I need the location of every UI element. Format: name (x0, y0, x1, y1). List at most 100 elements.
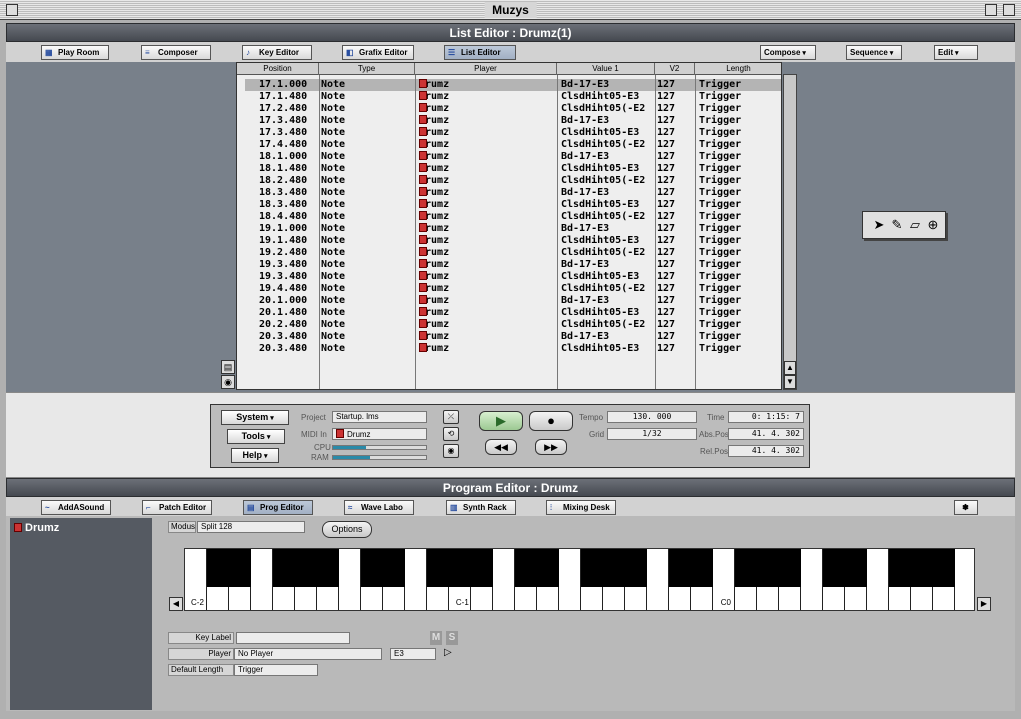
black-key[interactable] (317, 549, 339, 587)
table-row[interactable]: 18.1.480 Note Drumz ClsdHiht05-E3 127 Trigger (245, 163, 781, 175)
add-a-sound-button[interactable]: ~ AddASound (41, 500, 111, 515)
table-row[interactable]: 17.2.480 Note Drumz ClsdHiht05(-E2 127 Trigge… (245, 103, 781, 115)
record-button[interactable]: ● (529, 411, 573, 431)
black-key[interactable] (779, 549, 801, 587)
play-button[interactable]: ▶ (479, 411, 523, 431)
grid-field[interactable]: 1/32 (607, 428, 697, 440)
wave-labo-button[interactable]: ≈ Wave Labo (344, 500, 414, 515)
black-key[interactable] (889, 549, 911, 587)
table-row[interactable]: 18.4.480 Note Drumz ClsdHiht05(-E2 127 Trigge… (245, 211, 781, 223)
player-note-field[interactable]: E3 (390, 648, 436, 660)
black-key[interactable] (449, 549, 471, 587)
tools-menu[interactable]: Tools (227, 429, 285, 444)
list-scrollbar[interactable]: ▲ ▼ (783, 74, 797, 390)
running-man-icon[interactable]: ✽ (954, 500, 978, 515)
black-key[interactable] (603, 549, 625, 587)
white-key[interactable] (867, 549, 889, 610)
column-header[interactable]: V2 (655, 63, 695, 75)
table-row[interactable]: 17.3.480 Note Drumz Bd-17-E3 127 Trigger (245, 115, 781, 127)
prog-editor-button[interactable]: ▤ Prog Editor (243, 500, 313, 515)
monitor-eye-icon[interactable]: ◉ (443, 444, 459, 458)
table-row[interactable]: 20.1.480 Note Drumz ClsdHiht05-E3 127 Trigger (245, 307, 781, 319)
default-length-field[interactable]: Trigger (234, 664, 318, 676)
black-key[interactable] (735, 549, 757, 587)
tempo-field[interactable]: 130. 000 (607, 411, 697, 423)
table-row[interactable]: 19.2.480 Note Drumz ClsdHiht05(-E2 127 Trigge… (245, 247, 781, 259)
column-header[interactable]: Position (237, 63, 319, 75)
black-key[interactable] (537, 549, 559, 587)
rel-pos-field[interactable]: 41. 4. 302 (728, 445, 804, 457)
key-editor-button[interactable]: ♪ Key Editor (242, 45, 312, 60)
table-row[interactable]: 19.4.480 Note Drumz ClsdHiht05(-E2 127 Trigge… (245, 283, 781, 295)
compose-menu[interactable]: Compose (760, 45, 816, 60)
table-row[interactable]: 20.1.000 Note Drumz Bd-17-E3 127 Trigger (245, 295, 781, 307)
list-editor-button[interactable]: ☰ List Editor (444, 45, 516, 60)
white-key[interactable] (251, 549, 273, 610)
black-key[interactable] (295, 549, 317, 587)
column-header[interactable]: Player (415, 63, 557, 75)
table-row[interactable]: 18.3.480 Note Drumz Bd-17-E3 127 Trigger (245, 187, 781, 199)
table-row[interactable]: 17.1.000 Note Drumz Bd-17-E3 127 Trigger (245, 79, 781, 91)
black-key[interactable] (845, 549, 867, 587)
eye-icon[interactable]: ◉ (221, 375, 235, 389)
table-row[interactable]: 20.2.480 Note Drumz ClsdHiht05(-E2 127 Trigge… (245, 319, 781, 331)
modus-field[interactable]: Split 128 (197, 521, 305, 533)
pencil-icon[interactable]: ✎ (889, 217, 905, 233)
black-key[interactable] (911, 549, 933, 587)
table-row[interactable]: 19.1.000 Note Drumz Bd-17-E3 127 Trigger (245, 223, 781, 235)
abs-pos-field[interactable]: 41. 4. 302 (728, 428, 804, 440)
table-row[interactable]: 18.3.480 Note Drumz ClsdHiht05-E3 127 Trigger (245, 199, 781, 211)
solo-button[interactable]: S (446, 631, 458, 645)
zoom-icon[interactable]: ⊕ (925, 217, 941, 233)
table-row[interactable]: 19.3.480 Note Drumz ClsdHiht05-E3 127 Trigger (245, 271, 781, 283)
white-key[interactable] (647, 549, 669, 610)
event-list[interactable]: Position Type Player Value 1 V2 Length 17.1.0… (236, 62, 782, 390)
arrow-pointer-icon[interactable]: ➤ (871, 217, 887, 233)
black-key[interactable] (273, 549, 295, 587)
scroll-up-icon[interactable]: ▲ (784, 361, 796, 375)
keyboard-right-arrow-icon[interactable]: ▶ (977, 597, 991, 611)
table-row[interactable]: 19.1.480 Note Drumz ClsdHiht05-E3 127 Trigger (245, 235, 781, 247)
synth-rack-button[interactable]: ▥ Synth Rack (446, 500, 516, 515)
window-title-bar[interactable]: Muzys (0, 0, 1021, 20)
black-key[interactable] (757, 549, 779, 587)
table-row[interactable]: 19.3.480 Note Drumz Bd-17-E3 127 Trigger (245, 259, 781, 271)
black-key[interactable] (515, 549, 537, 587)
black-key[interactable] (427, 549, 449, 587)
options-button[interactable]: Options (322, 521, 372, 538)
rewind-button[interactable]: ◀◀ (485, 439, 517, 455)
close-box-icon[interactable] (6, 4, 18, 16)
white-key[interactable] (493, 549, 515, 610)
black-key[interactable] (933, 549, 955, 587)
keyboard-left-arrow-icon[interactable]: ◀ (169, 597, 183, 611)
black-key[interactable] (471, 549, 493, 587)
black-key[interactable] (383, 549, 405, 587)
black-key[interactable] (625, 549, 647, 587)
table-row[interactable]: 17.3.480 Note Drumz ClsdHiht05-E3 127 Trigger (245, 127, 781, 139)
play-note-icon[interactable]: ▷ (444, 647, 452, 658)
piano-keyboard[interactable]: C-2 C-1 C0 (184, 548, 975, 611)
white-key[interactable] (955, 549, 974, 610)
eraser-icon[interactable]: ▱ (907, 217, 923, 233)
collapse-box-icon[interactable] (1003, 4, 1015, 16)
mute-button[interactable]: M (430, 631, 442, 645)
key-label-field[interactable] (236, 632, 350, 644)
edit-menu[interactable]: Edit (934, 45, 978, 60)
white-key[interactable] (801, 549, 823, 610)
zoom-box-icon[interactable] (985, 4, 997, 16)
fast-forward-button[interactable]: ▶▶ (535, 439, 567, 455)
column-header[interactable]: Value 1 (557, 63, 655, 75)
table-row[interactable]: 17.4.480 Note Drumz ClsdHiht05(-E2 127 Trigge… (245, 139, 781, 151)
table-row[interactable]: 18.1.000 Note Drumz Bd-17-E3 127 Trigger (245, 151, 781, 163)
loop-icon[interactable]: ⟲ (443, 427, 459, 441)
player-field[interactable]: No Player (234, 648, 382, 660)
system-menu[interactable]: System (221, 410, 289, 425)
list-view-icon[interactable]: ▤ (221, 360, 235, 374)
column-header[interactable]: Type (319, 63, 415, 75)
black-key[interactable] (229, 549, 251, 587)
time-field[interactable]: 0: 1:15: 7 (728, 411, 804, 423)
white-key[interactable] (339, 549, 361, 610)
help-menu[interactable]: Help (231, 448, 279, 463)
mute-speaker-icon[interactable]: ⤫ (443, 410, 459, 424)
mixing-desk-button[interactable]: ⫶ Mixing Desk (546, 500, 616, 515)
